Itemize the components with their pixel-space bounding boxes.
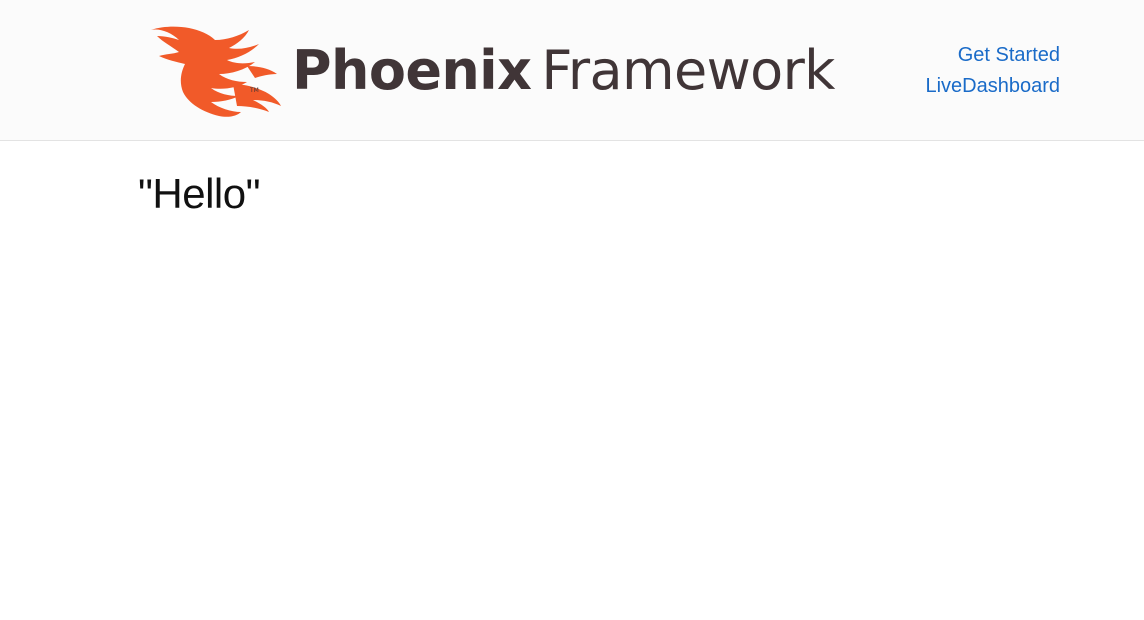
svg-text:TM: TM	[249, 87, 259, 94]
main-content: "Hello"	[138, 170, 261, 218]
phoenix-bird-icon: TM	[151, 26, 281, 117]
logo-wordmark: Phoenix Framework	[292, 36, 835, 106]
phoenix-logo-link[interactable]: TM Phoenix Framework	[149, 26, 835, 118]
site-header: TM Phoenix Framework Get Started LiveDash…	[0, 0, 1144, 141]
logo-brand-suffix: Framework	[541, 39, 835, 102]
logo-brand-name: Phoenix	[292, 39, 532, 102]
nav-link-livedashboard[interactable]: LiveDashboard	[925, 71, 1060, 102]
nav-link-get-started[interactable]: Get Started	[925, 40, 1060, 71]
header-nav: Get Started LiveDashboard	[925, 40, 1060, 102]
greeting-text: "Hello"	[138, 170, 261, 217]
